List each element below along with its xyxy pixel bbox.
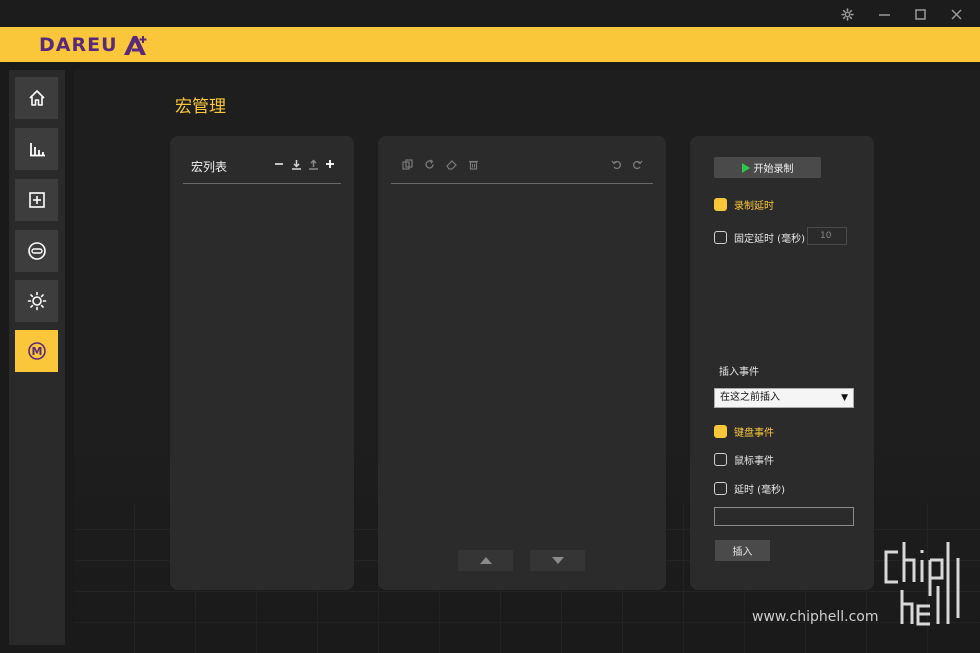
mouse-event-option[interactable]: 鼠标事件 [714, 452, 774, 467]
move-down-button[interactable] [530, 550, 585, 571]
sidebar-item-macro[interactable]: M [15, 330, 58, 372]
plus-square-icon [28, 192, 45, 208]
brand-logo: DAREU [39, 31, 150, 59]
mouse-event-label: 鼠标事件 [734, 456, 774, 467]
sidebar-item-home[interactable] [15, 77, 58, 119]
keyboard-event-option[interactable]: 键盘事件 [714, 424, 774, 439]
maximize-icon[interactable] [910, 4, 930, 24]
record-panel: 开始录制 录制延时 固定延时 (毫秒) 10 插入事件 在这之前插入 ▼ 键盘事… [690, 136, 874, 590]
sidebar-item-link[interactable] [15, 230, 58, 272]
fixed-delay-label: 固定延时 (毫秒) [734, 234, 805, 245]
logo-text: DAREU [39, 34, 118, 56]
fixed-delay-option[interactable]: 固定延时 (毫秒) [714, 230, 805, 245]
arrow-down-icon [551, 557, 564, 564]
macro-icon: M [27, 342, 46, 360]
minus-icon[interactable] [272, 157, 286, 171]
watermark-url: www.chiphell.com [752, 609, 879, 625]
insert-button[interactable]: 插入 [715, 540, 770, 561]
macro-list-title: 宏列表 [191, 160, 228, 174]
divider [183, 183, 341, 184]
link-icon [27, 242, 46, 260]
arrow-up-icon [479, 557, 492, 564]
macro-list-panel: 宏列表 [170, 136, 354, 590]
move-up-button[interactable] [458, 550, 513, 571]
bar-chart-icon [29, 143, 45, 157]
play-icon [741, 162, 750, 173]
sidebar-item-lighting[interactable] [15, 280, 58, 322]
delay-event-checkbox[interactable] [714, 482, 727, 495]
export-icon[interactable] [306, 157, 320, 171]
logo-a-mark-icon [123, 36, 147, 55]
delay-value-input[interactable] [714, 507, 854, 526]
chiphell-logo [884, 542, 960, 626]
macro-editor-panel [378, 136, 666, 590]
record-delay-label: 录制延时 [734, 201, 774, 212]
eraser-icon[interactable] [444, 157, 458, 171]
gear-icon[interactable] [837, 4, 857, 24]
sidebar-item-add[interactable] [15, 179, 58, 221]
sidebar: M [9, 70, 65, 645]
undo-icon[interactable] [609, 157, 623, 171]
close-icon[interactable] [946, 4, 966, 24]
minimize-icon[interactable] [874, 4, 894, 24]
refresh-icon[interactable] [422, 157, 436, 171]
insert-event-label: 插入事件 [719, 367, 759, 378]
brightness-icon [27, 291, 46, 311]
insert-position-value: 在这之前插入 [720, 392, 780, 403]
copy-icon[interactable] [400, 157, 414, 171]
start-record-label: 开始录制 [753, 164, 794, 175]
svg-text:M: M [31, 345, 42, 358]
import-icon[interactable] [289, 157, 303, 171]
redo-icon[interactable] [630, 157, 644, 171]
divider [391, 183, 653, 184]
insert-position-select[interactable]: 在这之前插入 ▼ [714, 388, 854, 408]
keyboard-event-checkbox[interactable] [714, 425, 727, 438]
delay-event-option[interactable]: 延时 (毫秒) [714, 481, 785, 496]
sidebar-item-stats[interactable] [15, 128, 58, 170]
start-record-button[interactable]: 开始录制 [714, 157, 821, 178]
page-title: 宏管理 [175, 97, 226, 117]
fixed-delay-input[interactable]: 10 [807, 227, 847, 245]
brand-bar: DAREU [0, 27, 980, 62]
fixed-delay-checkbox[interactable] [714, 231, 727, 244]
plus-icon[interactable] [323, 157, 337, 171]
chevron-down-icon: ▼ [841, 393, 848, 403]
keyboard-event-label: 键盘事件 [734, 428, 774, 439]
trash-icon[interactable] [466, 157, 480, 171]
home-icon [28, 90, 45, 106]
record-delay-option[interactable]: 录制延时 [714, 197, 774, 212]
record-delay-checkbox[interactable] [714, 198, 727, 211]
title-bar [0, 0, 980, 27]
delay-event-label: 延时 (毫秒) [734, 485, 785, 496]
mouse-event-checkbox[interactable] [714, 453, 727, 466]
